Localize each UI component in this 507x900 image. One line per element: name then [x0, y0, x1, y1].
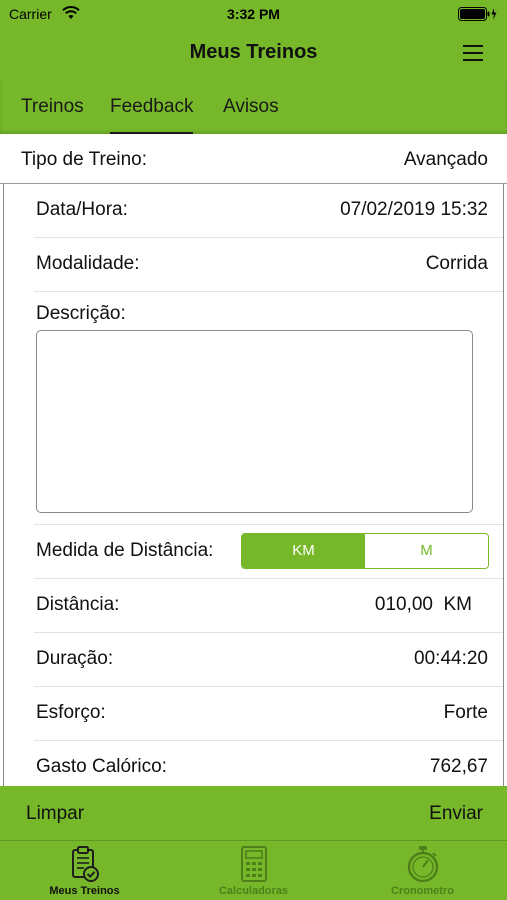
medida-segmented-control[interactable]: KM M — [241, 533, 489, 569]
navigation-bar: Meus Treinos — [0, 28, 507, 80]
descricao-textarea[interactable] — [36, 330, 473, 513]
feedback-form[interactable]: Data/Hora: 07/02/2019 15:32 Modalidade: … — [3, 184, 504, 786]
hamburger-menu-icon[interactable] — [461, 42, 485, 64]
status-bar: Carrier 3:32 PM — [0, 0, 507, 28]
tipo-treino-row: Tipo de Treino: Avançado — [0, 134, 507, 184]
data-hora-value[interactable]: 07/02/2019 15:32 — [340, 199, 488, 221]
gasto-calorico-value: 762,67 — [429, 756, 488, 777]
tabbar-meus-treinos-label: Meus Treinos — [49, 885, 120, 897]
modalidade-label: Modalidade: — [36, 253, 140, 274]
esforco-row[interactable]: Esforço: Forte — [4, 687, 503, 741]
segment-m[interactable]: M — [365, 534, 488, 568]
distancia-unit: KM — [443, 594, 473, 615]
top-tabs: Treinos Feedback Avisos — [0, 80, 507, 134]
tabbar-cronometro[interactable]: Cronometro — [338, 841, 507, 900]
data-hora-label: Data/Hora: — [36, 199, 128, 220]
distancia-row[interactable]: Distância: 010,00 KM — [4, 579, 503, 633]
tabbar-meus-treinos[interactable]: Meus Treinos — [0, 841, 169, 900]
tab-feedback[interactable]: Feedback — [110, 96, 194, 134]
modalidade-row[interactable]: Modalidade: Corrida — [4, 238, 503, 292]
page-title: Meus Treinos — [189, 41, 318, 63]
tipo-treino-value: Avançado — [403, 149, 488, 170]
header-bar: Carrier 3:32 PM Meus Treinos — [0, 0, 507, 80]
duracao-row[interactable]: Duração: 00:44:20 — [4, 633, 503, 687]
descricao-row: Descrição: — [4, 292, 503, 525]
gasto-calorico-row: Gasto Calórico: 762,67 — [4, 741, 503, 786]
esforco-label: Esforço: — [36, 702, 106, 723]
distancia-value[interactable]: 010,00 — [375, 594, 433, 616]
clipboard-check-icon — [71, 846, 99, 882]
battery-icon — [458, 7, 498, 24]
gasto-calorico-label: Gasto Calórico: — [36, 756, 167, 777]
tab-treinos[interactable]: Treinos — [21, 96, 84, 134]
segment-km[interactable]: KM — [242, 534, 365, 568]
status-time: 3:32 PM — [227, 6, 280, 22]
tabbar-calculadoras-label: Calculadoras — [218, 885, 289, 897]
duracao-label: Duração: — [36, 648, 114, 669]
duracao-value[interactable]: 00:44:20 — [414, 648, 488, 670]
medida-distancia-label: Medida de Distância: — [36, 540, 214, 561]
calculator-icon — [240, 846, 267, 882]
descricao-label: Descrição: — [36, 303, 126, 324]
medida-distancia-row: Medida de Distância: KM M — [4, 525, 503, 579]
distancia-label: Distância: — [36, 594, 120, 615]
enviar-button[interactable]: Enviar — [429, 803, 483, 825]
action-bar: Limpar Enviar — [0, 786, 507, 840]
data-hora-row[interactable]: Data/Hora: 07/02/2019 15:32 — [4, 184, 503, 238]
tabbar-cronometro-label: Cronometro — [391, 885, 454, 897]
tabbar-calculadoras[interactable]: Calculadoras — [169, 841, 338, 900]
esforco-value[interactable]: Forte — [444, 702, 488, 724]
limpar-button[interactable]: Limpar — [26, 803, 84, 825]
modalidade-value[interactable]: Corrida — [426, 253, 488, 275]
tab-avisos[interactable]: Avisos — [223, 96, 279, 134]
stopwatch-icon — [407, 846, 438, 883]
tipo-treino-label: Tipo de Treino: — [21, 149, 148, 170]
bottom-tab-bar: Meus Treinos Calculadoras Cronometro — [0, 840, 507, 900]
